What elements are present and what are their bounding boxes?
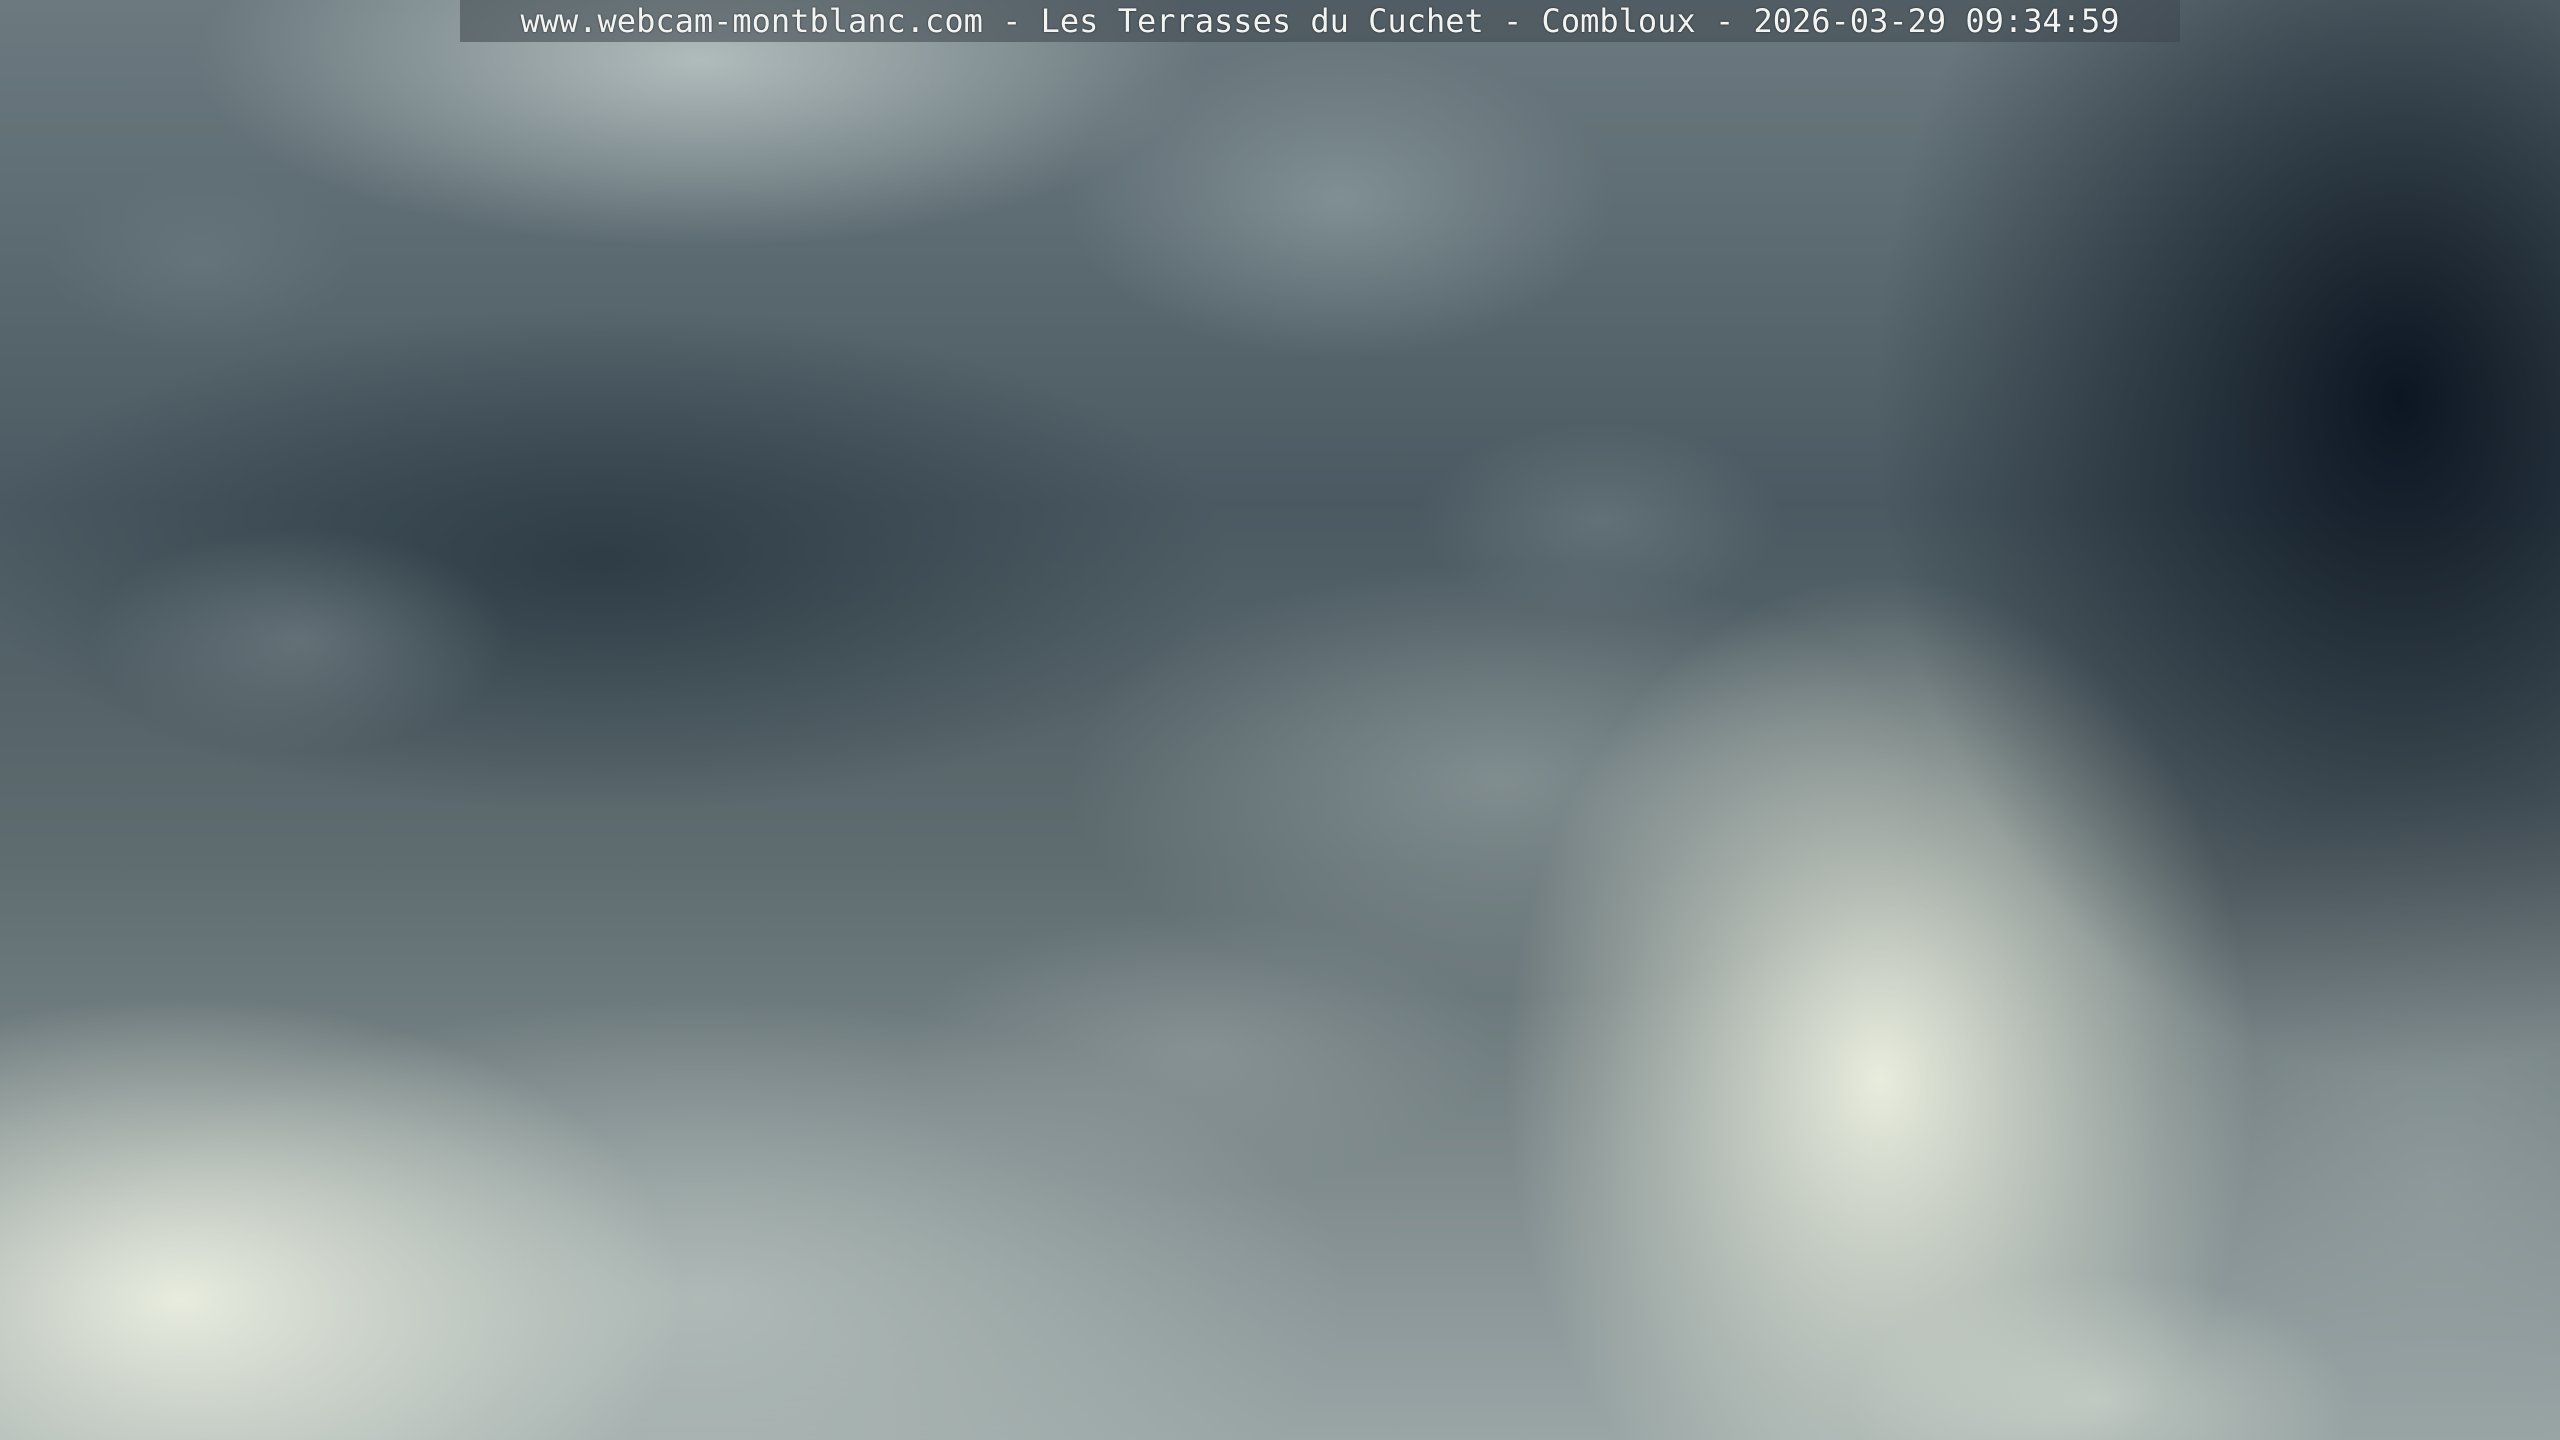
cloudy-sky bbox=[0, 0, 2560, 1440]
webcam-caption: www.webcam-montblanc.com - Les Terrasses… bbox=[520, 2, 2120, 40]
timestamp-overlay: www.webcam-montblanc.com - Les Terrasses… bbox=[460, 0, 2180, 42]
webcam-image: www.webcam-montblanc.com - Les Terrasses… bbox=[0, 0, 2560, 1440]
